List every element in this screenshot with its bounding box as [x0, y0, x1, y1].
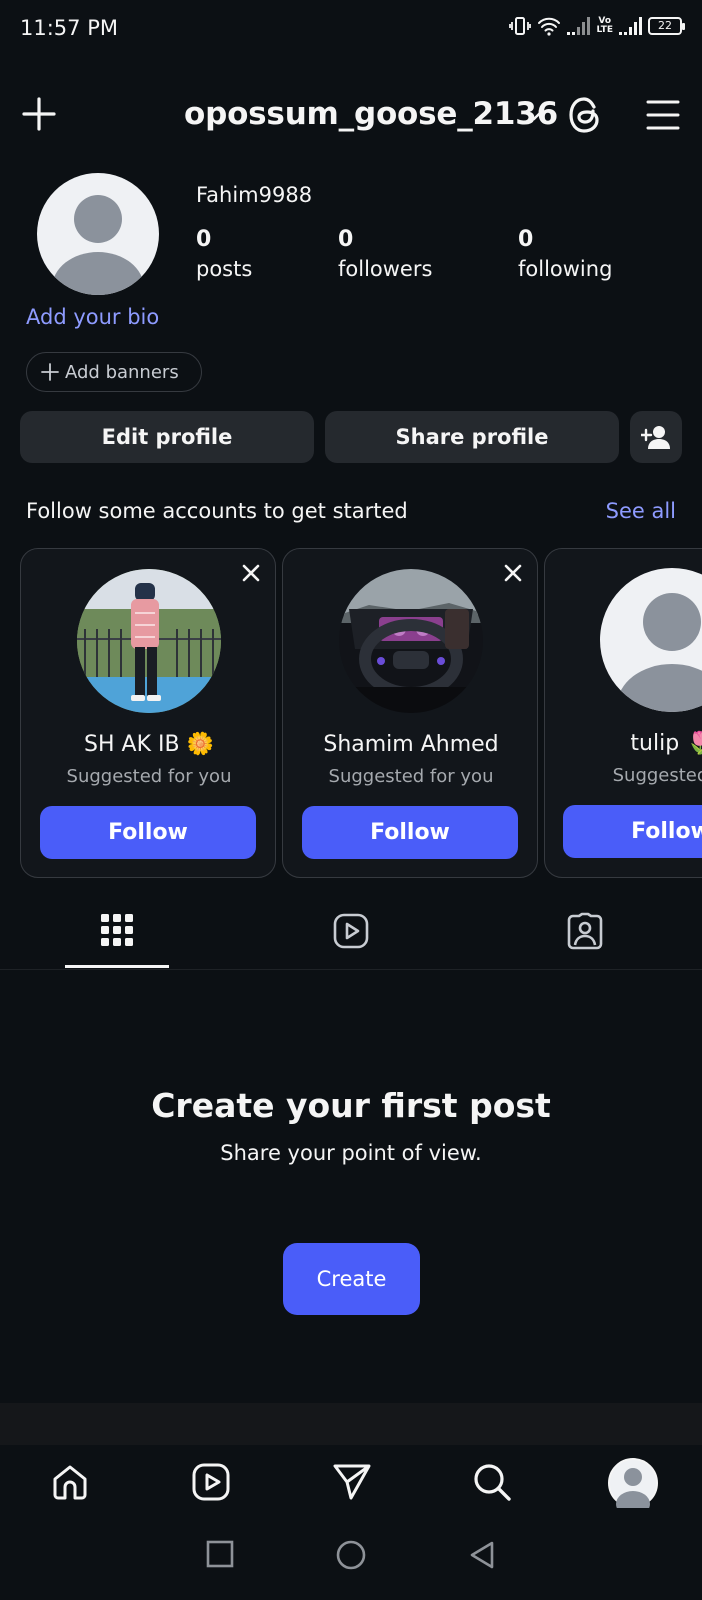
- suggestion-subtitle: Suggested fo: [612, 765, 702, 786]
- account-switcher-username[interactable]: opossum_goose_2136: [184, 96, 558, 132]
- back-icon[interactable]: [468, 1540, 496, 1570]
- battery-icon: 22: [648, 17, 685, 35]
- followers-count[interactable]: 0: [338, 227, 353, 252]
- follow-button[interactable]: Follow: [302, 806, 518, 859]
- status-time: 11:57 PM: [20, 16, 118, 40]
- profile-display-name: Fahim9988: [196, 183, 313, 207]
- suggestion-card[interactable]: SH AK IB 🌼 Suggested for you Follow: [20, 548, 276, 878]
- empty-state-title: Create your first post: [151, 1086, 551, 1125]
- add-banners-label: Add banners: [65, 361, 179, 383]
- suggestion-avatar-photo[interactable]: [339, 569, 483, 713]
- bottom-strip: [0, 1403, 702, 1445]
- system-nav-bar: [0, 1520, 702, 1600]
- active-tab-indicator: [65, 965, 169, 968]
- close-icon[interactable]: [501, 561, 525, 585]
- status-bar: 11:57 PM Vo LTE 22: [0, 0, 702, 60]
- see-all-link[interactable]: See all: [606, 499, 676, 523]
- signal-icon-2: [619, 17, 642, 35]
- grid-icon[interactable]: [101, 914, 133, 946]
- following-label[interactable]: following: [518, 257, 612, 281]
- suggestion-avatar-photo[interactable]: [77, 569, 221, 713]
- profile-avatar[interactable]: [608, 1458, 658, 1508]
- close-icon[interactable]: [239, 561, 263, 585]
- threads-icon[interactable]: [567, 96, 603, 134]
- reels-icon[interactable]: [192, 1463, 230, 1501]
- status-icons: Vo LTE 22: [509, 16, 685, 36]
- volte-icon: Vo LTE: [596, 16, 613, 35]
- add-person-icon: [641, 424, 671, 450]
- search-icon[interactable]: [473, 1463, 511, 1501]
- suggestion-name[interactable]: SH AK IB 🌼: [21, 732, 275, 757]
- suggestion-avatar[interactable]: [600, 568, 702, 712]
- followers-label[interactable]: followers: [338, 257, 432, 281]
- tagged-icon[interactable]: [567, 912, 603, 950]
- menu-icon[interactable]: [646, 99, 680, 131]
- plus-icon[interactable]: [22, 97, 56, 131]
- recents-icon[interactable]: [206, 1540, 234, 1568]
- posts-count[interactable]: 0: [196, 227, 211, 252]
- suggestion-card-clip: tulip 🌷 Suggested fo Follow: [544, 548, 702, 878]
- following-count[interactable]: 0: [518, 227, 533, 252]
- empty-state-subtitle: Share your point of view.: [220, 1141, 482, 1165]
- create-button[interactable]: Create: [283, 1243, 420, 1315]
- discover-people-button[interactable]: [630, 411, 682, 463]
- send-icon[interactable]: [332, 1463, 372, 1501]
- vibrate-icon: [509, 16, 532, 36]
- suggestion-card[interactable]: tulip 🌷 Suggested fo Follow: [544, 548, 702, 878]
- share-profile-button[interactable]: Share profile: [325, 411, 619, 463]
- follow-button[interactable]: Follow: [563, 805, 702, 858]
- edit-profile-button[interactable]: Edit profile: [20, 411, 314, 463]
- posts-label[interactable]: posts: [196, 257, 252, 281]
- home-circle-icon[interactable]: [336, 1540, 366, 1570]
- follow-button[interactable]: Follow: [40, 806, 256, 859]
- suggestions-title: Follow some accounts to get started: [26, 499, 408, 523]
- home-icon[interactable]: [51, 1463, 89, 1501]
- suggestion-card[interactable]: Shamim Ahmed Suggested for you Follow: [282, 548, 538, 878]
- wifi-icon: [537, 16, 561, 36]
- add-banners-button[interactable]: Add banners: [26, 352, 202, 392]
- signal-icon-1: [567, 17, 591, 35]
- chevron-down-icon[interactable]: [524, 109, 544, 123]
- suggestion-subtitle: Suggested for you: [66, 766, 232, 787]
- suggestion-subtitle: Suggested for you: [328, 766, 494, 787]
- tab-divider: [0, 969, 702, 970]
- plus-icon: [41, 363, 59, 381]
- reels-tab-icon[interactable]: [333, 913, 369, 949]
- add-bio-link[interactable]: Add your bio: [26, 305, 159, 329]
- suggestion-name[interactable]: Shamim Ahmed: [283, 732, 537, 757]
- profile-avatar[interactable]: [37, 173, 159, 295]
- bottom-nav: [0, 1445, 702, 1520]
- suggestion-name[interactable]: tulip 🌷: [544, 731, 702, 756]
